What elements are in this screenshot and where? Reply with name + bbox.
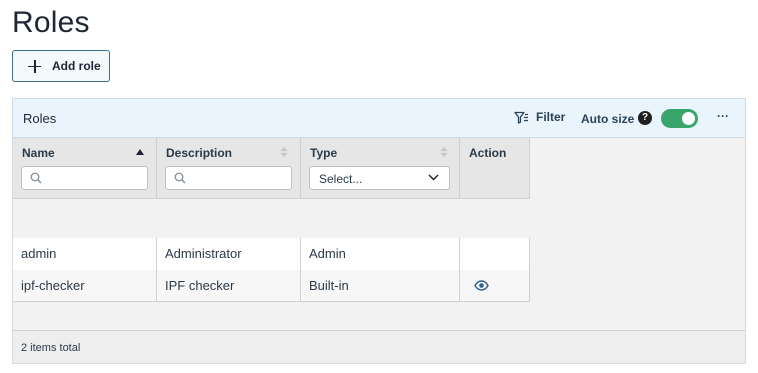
table-footer: 2 items total xyxy=(13,330,745,363)
search-icon xyxy=(174,172,186,184)
type-select-value: Select... xyxy=(319,172,363,186)
sort-ascending-icon[interactable] xyxy=(136,147,144,157)
panel-header: Roles Filter Auto size ? ··· xyxy=(13,99,745,138)
help-icon[interactable]: ? xyxy=(638,111,652,125)
filter-button[interactable]: Filter xyxy=(514,110,565,124)
add-role-button[interactable]: Add role xyxy=(12,50,110,82)
table-row[interactable]: ipf-checker IPF checker Built-in xyxy=(13,270,530,302)
table-header: Name Description Type Select... Action xyxy=(13,138,530,199)
panel-title: Roles xyxy=(23,111,57,126)
cell-type: Built-in xyxy=(301,270,460,302)
column-title-type: Type xyxy=(310,146,338,160)
cell-type: Admin xyxy=(301,238,460,270)
sort-icon[interactable] xyxy=(280,147,288,157)
cell-description: IPF checker xyxy=(157,270,301,302)
cell-action xyxy=(460,270,530,302)
column-title-action: Action xyxy=(469,146,507,160)
plus-icon xyxy=(28,59,41,73)
filter-button-label: Filter xyxy=(536,110,566,124)
page-title: Roles xyxy=(12,6,90,39)
column-title-description: Description xyxy=(166,146,233,160)
add-role-button-label: Add role xyxy=(52,59,101,73)
toggle-knob xyxy=(682,112,695,125)
column-header-type[interactable]: Type Select... xyxy=(301,138,460,199)
column-header-action: Action xyxy=(460,138,530,199)
name-search-input[interactable] xyxy=(21,166,148,190)
cell-action xyxy=(460,238,530,270)
sort-icon[interactable] xyxy=(440,147,448,157)
search-icon xyxy=(30,172,42,184)
column-header-name[interactable]: Name xyxy=(13,138,157,199)
items-total: 2 items total xyxy=(21,342,81,354)
cell-name: ipf-checker xyxy=(13,270,157,302)
autosize-toggle[interactable] xyxy=(661,109,698,128)
table-row[interactable]: admin Administrator Admin xyxy=(13,238,530,270)
roles-panel: Roles Filter Auto size ? ··· Name Descri… xyxy=(12,98,746,364)
column-title-name: Name xyxy=(22,146,55,160)
description-search-input[interactable] xyxy=(165,166,292,190)
autosize-label: Auto size xyxy=(581,112,635,126)
cell-description: Administrator xyxy=(157,238,301,270)
filter-icon xyxy=(514,111,528,124)
chevron-down-icon xyxy=(428,174,439,181)
column-header-description[interactable]: Description xyxy=(157,138,301,199)
more-options-button[interactable]: ··· xyxy=(714,110,732,126)
cell-name: admin xyxy=(13,238,157,270)
eye-icon[interactable] xyxy=(474,280,489,291)
type-select[interactable]: Select... xyxy=(309,166,450,190)
